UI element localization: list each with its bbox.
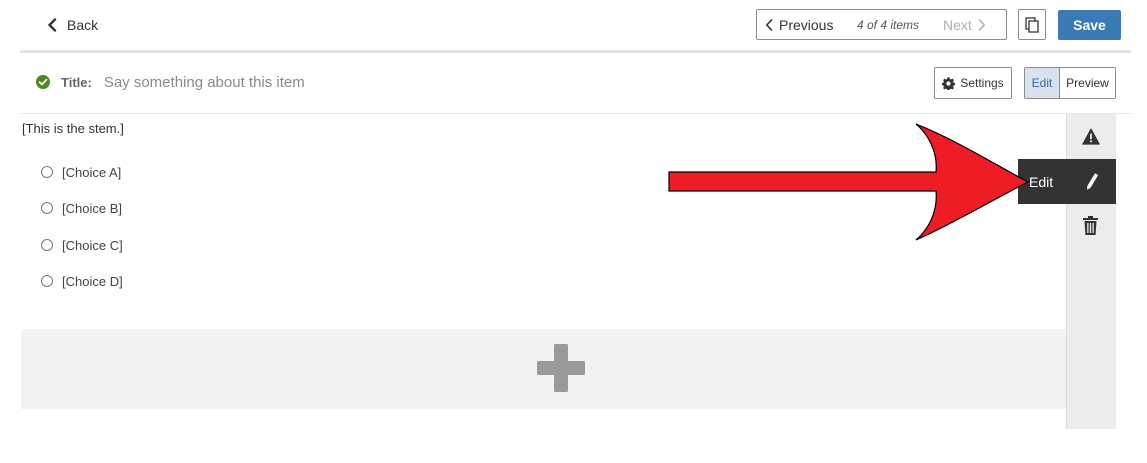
edit-tool-label: Edit <box>1029 173 1054 190</box>
back-link[interactable]: Back <box>47 14 98 36</box>
item-pager: Previous 4 of 4 items Next <box>756 9 1007 40</box>
pencil-icon <box>1087 173 1099 190</box>
save-button[interactable]: Save <box>1058 10 1121 40</box>
question-stem: [This is the stem.] <box>22 121 124 136</box>
edit-mode-button[interactable]: Edit <box>1025 68 1060 98</box>
title-divider <box>20 113 1131 114</box>
next-label: Next <box>943 16 972 33</box>
radio-button[interactable] <box>41 239 53 251</box>
annotation-arrow <box>668 123 1030 241</box>
check-circle-icon <box>36 75 50 89</box>
previous-label: Previous <box>779 16 834 33</box>
settings-label: Settings <box>960 76 1004 90</box>
settings-button[interactable]: Settings <box>934 67 1012 99</box>
choice-c[interactable]: [Choice C] <box>41 236 123 254</box>
pager-count: 4 of 4 items <box>856 17 920 32</box>
choice-label: [Choice C] <box>62 237 123 253</box>
choice-b[interactable]: [Choice B] <box>41 199 122 217</box>
preview-mode-button[interactable]: Preview <box>1060 68 1115 98</box>
radio-button[interactable] <box>41 202 53 214</box>
mode-toggle: Edit Preview <box>1024 67 1116 99</box>
chevron-right-icon <box>978 18 985 31</box>
title-row: Title: Say something about this item <box>36 70 305 94</box>
radio-button[interactable] <box>41 166 53 178</box>
gear-icon <box>942 76 956 90</box>
trash-icon[interactable] <box>1083 216 1098 235</box>
choice-label: [Choice D] <box>62 273 123 289</box>
choice-a[interactable]: [Choice A] <box>41 163 121 181</box>
title-label: Title: <box>61 74 92 90</box>
title-input[interactable]: Say something about this item <box>104 74 305 91</box>
choice-label: [Choice B] <box>62 200 122 216</box>
copy-icon <box>1025 16 1039 33</box>
choice-label: [Choice A] <box>62 164 122 180</box>
plus-icon[interactable] <box>537 344 585 392</box>
edit-tool-button[interactable]: Edit <box>1018 159 1116 204</box>
back-label: Back <box>67 17 99 33</box>
chevron-left-icon <box>766 18 773 31</box>
header-divider <box>20 50 1131 53</box>
chevron-left-icon <box>48 18 57 32</box>
choice-d[interactable]: [Choice D] <box>41 272 123 290</box>
radio-button[interactable] <box>41 275 53 287</box>
previous-button[interactable]: Previous <box>757 17 849 33</box>
next-button[interactable]: Next <box>927 17 986 33</box>
warning-icon[interactable] <box>1082 128 1100 145</box>
duplicate-button[interactable] <box>1018 9 1046 40</box>
